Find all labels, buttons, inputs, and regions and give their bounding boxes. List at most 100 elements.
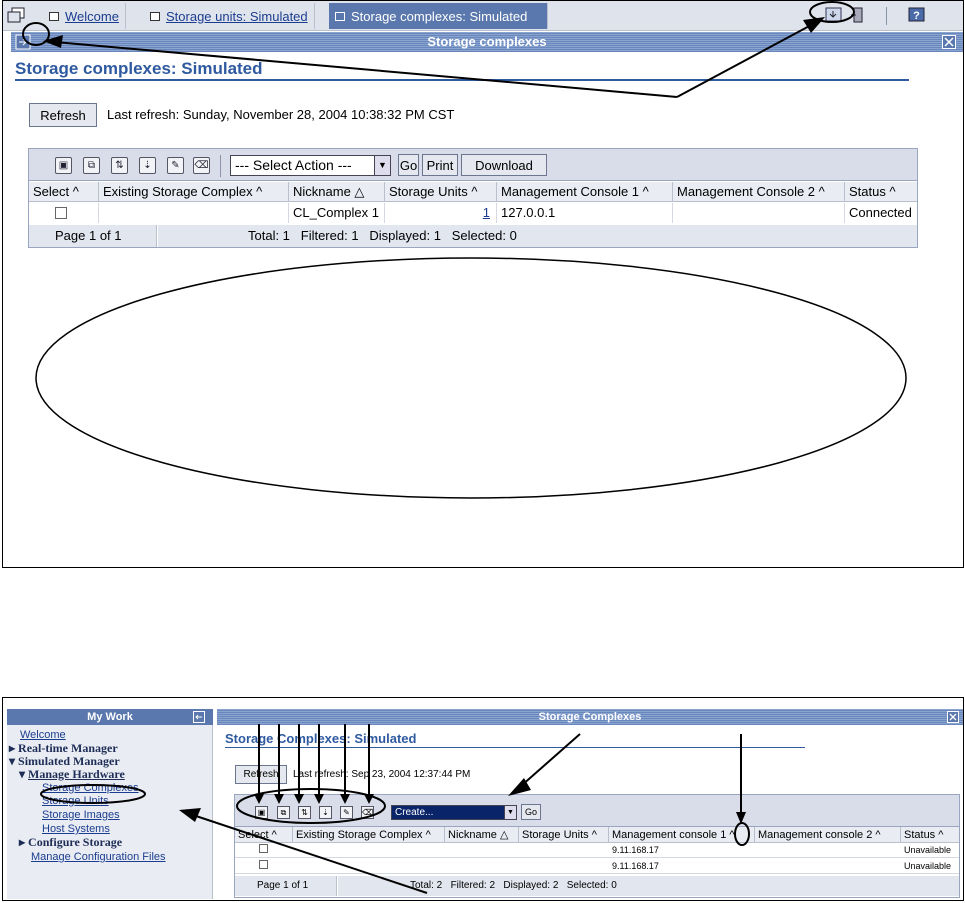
- tab-storage-complexes[interactable]: Storage complexes: Simulated: [329, 3, 548, 29]
- go-button[interactable]: Go: [398, 154, 419, 176]
- col-nickname[interactable]: Nickname △: [289, 182, 385, 202]
- cell-status: Unavailable: [901, 859, 959, 874]
- nav-storage-complexes[interactable]: Storage Complexes: [42, 782, 139, 795]
- expand-icon: ▸: [9, 741, 19, 755]
- clear-filter-icon[interactable]: ⇣: [139, 157, 156, 174]
- refresh-button-2[interactable]: Refresh: [235, 765, 287, 784]
- title-underline: [15, 79, 909, 81]
- row-checkbox[interactable]: [259, 844, 268, 853]
- close-icon[interactable]: [947, 711, 959, 723]
- tab-storage-units[interactable]: Storage units: Simulated: [144, 3, 315, 29]
- annotation-overlay: [22, 1, 907, 499]
- col-storage-units[interactable]: Storage Units ^: [385, 182, 497, 202]
- nav-storage-units[interactable]: Storage Units: [42, 795, 109, 808]
- deselect-all-icon[interactable]: ⧉: [83, 157, 100, 174]
- nav-storage-images[interactable]: Storage Images: [42, 809, 120, 822]
- col-select[interactable]: Select ^: [29, 182, 99, 202]
- refresh-button[interactable]: Refresh: [29, 103, 97, 127]
- storage-complexes-panel: Welcome Storage units: Simulated Storage…: [2, 0, 964, 568]
- select-all-icon[interactable]: ▣: [255, 806, 268, 819]
- table-toolbar: ▣ ⧉ ⇅ ⇣ ✎ ⌫ --- Select Action --- ▼ Go P…: [29, 149, 917, 181]
- nav-manage-hardware[interactable]: ▾ Manage Hardware: [19, 768, 125, 781]
- exit-door-icon[interactable]: [849, 7, 867, 23]
- portlet-title: Storage complexes: [427, 34, 547, 49]
- restore-icon[interactable]: [825, 7, 843, 23]
- col-management-console-2[interactable]: Management Console 2 ^: [673, 182, 845, 202]
- row-checkbox-cell: [235, 843, 293, 858]
- action-dropdown-value: Create...: [395, 807, 434, 818]
- hide-navigation-icon[interactable]: [193, 711, 205, 723]
- print-button[interactable]: Print: [422, 154, 458, 176]
- row-checkbox-cell: [29, 203, 99, 223]
- col-management-console-1[interactable]: Management console 1 ^: [609, 827, 755, 843]
- edit-sort-icon[interactable]: ✎: [340, 806, 353, 819]
- table-row: 9.11.168.17 Unavailable: [235, 859, 959, 875]
- page-indicator: Page 1 of 1: [235, 876, 337, 896]
- col-status[interactable]: Status ^: [901, 827, 959, 843]
- tab-storage-units-label[interactable]: Storage units: Simulated: [166, 9, 308, 24]
- clear-filter-icon[interactable]: ⇣: [319, 806, 332, 819]
- portlet-title-bar-2: Storage Complexes: [217, 709, 963, 725]
- collapse-icon: ▾: [19, 767, 29, 781]
- download-button[interactable]: Download: [461, 154, 547, 176]
- clear-sort-icon[interactable]: ⌫: [193, 157, 210, 174]
- col-status[interactable]: Status ^: [845, 182, 917, 202]
- nav-realtime-label: Real-time Manager: [18, 741, 118, 755]
- select-action-value: --- Select Action ---: [235, 157, 352, 173]
- collapse-icon: ▾: [9, 754, 19, 768]
- col-existing-storage-complex[interactable]: Existing Storage Complex ^: [99, 182, 289, 202]
- page-title-2: Storage Complexes: Simulated: [225, 731, 417, 746]
- svg-text:?: ?: [913, 10, 920, 22]
- nav-manage-configuration-files[interactable]: Manage Configuration Files: [31, 851, 166, 864]
- storage-complexes-panel-2: My Work Welcome ▸ Real-time Manager ▾ Si…: [2, 697, 964, 901]
- portlet-title-bar: Storage complexes: [11, 32, 963, 52]
- col-management-console-2[interactable]: Management console 2 ^: [755, 827, 901, 843]
- select-all-icon[interactable]: ▣: [55, 157, 72, 174]
- annotation-ellipse: [35, 257, 907, 499]
- cell-mc1: 9.11.168.17: [609, 843, 755, 858]
- tab-box-icon: [150, 11, 160, 21]
- nav-configure-label: Configure Storage: [28, 835, 123, 849]
- my-work-title-bar: My Work: [7, 709, 213, 725]
- col-storage-units[interactable]: Storage Units ^: [519, 827, 609, 843]
- cell-mc2: [755, 859, 901, 874]
- last-refresh-text-2: Last refresh: Sep 23, 2004 12:37:44 PM: [293, 769, 471, 780]
- clear-sort-icon[interactable]: ⌫: [361, 806, 374, 819]
- storage-units-link[interactable]: 1: [483, 205, 490, 220]
- col-select[interactable]: Select ^: [235, 827, 293, 843]
- nav-manage-hardware-label: Manage Hardware: [28, 767, 125, 781]
- cell-mc2: [755, 843, 901, 858]
- close-icon[interactable]: [942, 35, 956, 49]
- chevron-down-icon[interactable]: ▼: [504, 806, 516, 819]
- action-dropdown[interactable]: Create... ▼: [391, 805, 517, 820]
- cell-mc2: [673, 203, 845, 223]
- col-nickname[interactable]: Nickname △: [445, 827, 519, 843]
- window-list-icon[interactable]: [7, 7, 25, 23]
- chevron-down-icon[interactable]: ▼: [374, 156, 390, 175]
- show-filter-icon[interactable]: ⇅: [298, 806, 311, 819]
- tab-welcome[interactable]: Welcome: [43, 3, 126, 29]
- help-icon[interactable]: ?: [908, 7, 926, 23]
- tab-welcome-label[interactable]: Welcome: [65, 9, 119, 24]
- storage-complex-table: ▣ ⧉ ⇅ ⇣ ✎ ⌫ --- Select Action --- ▼ Go P…: [28, 148, 918, 248]
- table-row: 9.11.168.17 Unavailable: [235, 843, 959, 859]
- select-action-dropdown[interactable]: --- Select Action --- ▼: [230, 155, 391, 176]
- nav-configure-storage[interactable]: ▸ Configure Storage: [19, 836, 122, 849]
- tab-bar: Welcome Storage units: Simulated Storage…: [3, 1, 963, 31]
- page-title: Storage complexes: Simulated: [15, 59, 263, 78]
- row-checkbox-cell: [235, 859, 293, 874]
- my-work-navigation: My Work Welcome ▸ Real-time Manager ▾ Si…: [7, 709, 213, 899]
- show-navigation-icon[interactable]: [15, 34, 31, 50]
- tab-box-icon: [335, 11, 345, 21]
- title-underline-2: [225, 747, 805, 748]
- go-button-2[interactable]: Go: [521, 804, 541, 820]
- col-existing-storage-complex[interactable]: Existing Storage Complex ^: [293, 827, 445, 843]
- col-management-console-1[interactable]: Management Console 1 ^: [497, 182, 673, 202]
- storage-complex-table-2: ▣ ⧉ ⇅ ⇣ ✎ ⌫ Create... ▼ Go Select ^ Exis…: [234, 794, 960, 898]
- deselect-all-icon[interactable]: ⧉: [277, 806, 290, 819]
- edit-sort-icon[interactable]: ✎: [167, 157, 184, 174]
- row-checkbox[interactable]: [55, 207, 67, 219]
- page-indicator: Page 1 of 1: [29, 225, 157, 247]
- row-checkbox[interactable]: [259, 860, 268, 869]
- show-filter-icon[interactable]: ⇅: [111, 157, 128, 174]
